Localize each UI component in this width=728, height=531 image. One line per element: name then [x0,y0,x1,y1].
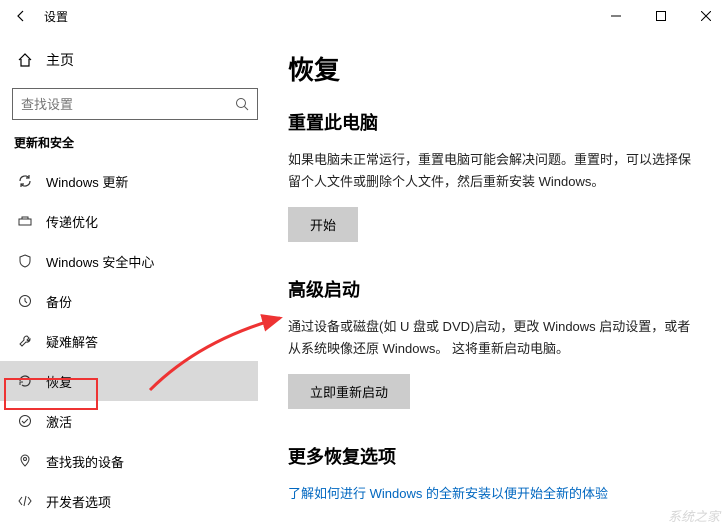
sidebar-item-developer[interactable]: 开发者选项 [12,481,270,521]
back-button[interactable] [10,5,32,27]
sidebar-item-troubleshoot[interactable]: 疑难解答 [12,321,270,361]
sidebar-item-recovery[interactable]: 恢复 [0,361,258,401]
maximize-button[interactable] [638,0,683,32]
category-header: 更新和安全 [14,134,270,151]
advanced-section: 高级启动 通过设备或磁盘(如 U 盘或 DVD)启动，更改 Windows 启动… [288,276,698,409]
wrench-icon [12,333,38,349]
sync-icon [12,173,38,189]
advanced-title: 高级启动 [288,276,698,302]
content-area: 恢复 重置此电脑 如果电脑未正常运行，重置电脑可能会解决问题。重置时，可以选择保… [270,32,728,531]
sidebar-item-delivery-optimization[interactable]: 传递优化 [12,201,270,241]
sidebar-item-windows-update[interactable]: Windows 更新 [12,161,270,201]
home-link[interactable]: 主页 [12,42,270,78]
search-input[interactable] [21,97,235,112]
reset-section: 重置此电脑 如果电脑未正常运行，重置电脑可能会解决问题。重置时，可以选择保留个人… [288,109,698,242]
sidebar-item-activation[interactable]: 激活 [12,401,270,441]
home-icon [12,52,38,68]
sidebar-item-label: 传递优化 [46,212,98,231]
fresh-install-link[interactable]: 了解如何进行 Windows 的全新安装以便开始全新的体验 [288,486,608,501]
search-box[interactable] [12,88,258,120]
minimize-icon [611,11,621,21]
shield-icon [12,253,38,269]
advanced-desc: 通过设备或磁盘(如 U 盘或 DVD)启动，更改 Windows 启动设置，或者… [288,316,698,360]
sidebar-item-label: Windows 更新 [46,172,128,191]
sidebar-item-label: 恢复 [46,372,72,391]
minimize-button[interactable] [593,0,638,32]
more-title: 更多恢复选项 [288,443,698,469]
sidebar-item-security[interactable]: Windows 安全中心 [12,241,270,281]
sidebar-item-label: 查找我的设备 [46,452,124,471]
check-circle-icon [12,413,38,429]
backup-icon [12,293,38,309]
close-icon [701,11,711,21]
code-icon [12,493,38,509]
more-section: 更多恢复选项 了解如何进行 Windows 的全新安装以便开始全新的体验 [288,443,698,503]
sidebar: 主页 更新和安全 Windows 更新 传递优化 Windows 安全中心 备份… [0,32,270,531]
reset-desc: 如果电脑未正常运行，重置电脑可能会解决问题。重置时，可以选择保留个人文件或删除个… [288,149,698,193]
maximize-icon [656,11,666,21]
sidebar-item-label: Windows 安全中心 [46,252,154,271]
arrow-left-icon [14,9,28,23]
recovery-icon [12,373,38,389]
watermark: 系统之家 [668,506,720,525]
sidebar-item-backup[interactable]: 备份 [12,281,270,321]
sidebar-item-label: 备份 [46,292,72,311]
close-button[interactable] [683,0,728,32]
sidebar-item-find-device[interactable]: 查找我的设备 [12,441,270,481]
sidebar-item-label: 开发者选项 [46,492,111,511]
page-title: 恢复 [288,50,698,87]
search-icon [235,97,249,111]
sidebar-item-label: 激活 [46,412,72,431]
restart-now-button[interactable]: 立即重新启动 [288,374,410,409]
location-icon [12,453,38,469]
home-label: 主页 [46,50,74,70]
delivery-icon [12,213,38,229]
reset-title: 重置此电脑 [288,109,698,135]
window-title: 设置 [44,8,68,25]
sidebar-item-label: 疑难解答 [46,332,98,351]
reset-button[interactable]: 开始 [288,207,358,242]
